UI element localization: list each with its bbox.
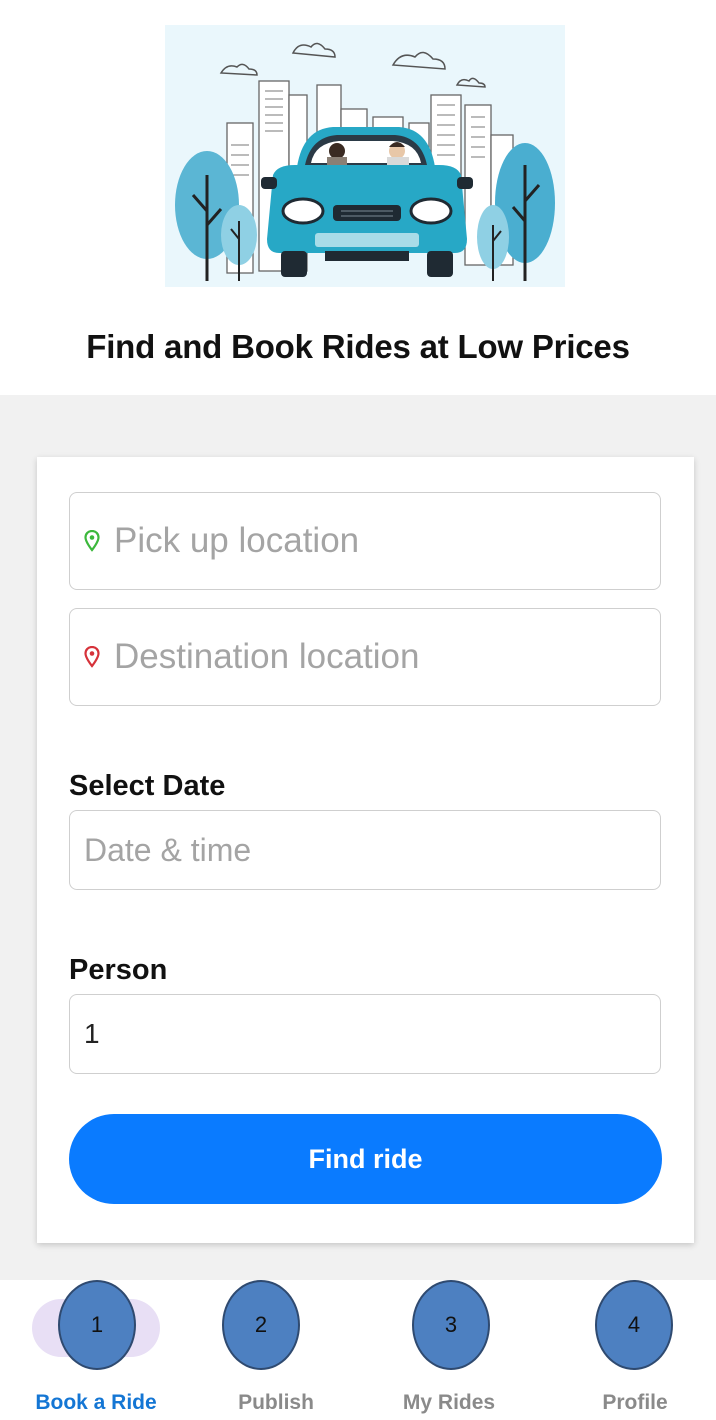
pickup-location-input[interactable]: Pick up location [69,492,661,590]
nav-label-publish: Publish [238,1391,314,1414]
nav-label-my-rides: My Rides [402,1391,496,1414]
nav-badge: 3 [412,1280,490,1370]
search-card: Pick up location Destination location Se… [37,457,694,1243]
pickup-placeholder: Pick up location [114,521,360,560]
page-title: Find and Book Rides at Low Prices [86,328,630,365]
person-count-input[interactable]: 1 [69,994,661,1074]
destination-placeholder: Destination location [114,637,420,676]
bottom-navigation: 1 Book a Ride 2 Publish 3 My Rides 4 Pro… [0,1280,716,1420]
location-pin-icon [84,646,100,668]
hero-section: Find and Book Rides at Low Prices [0,0,716,395]
nav-item-publish[interactable]: 2 Publish [190,1280,360,1420]
form-area: Pick up location Destination location Se… [0,395,716,1280]
nav-label-profile: Profile [602,1391,668,1414]
destination-location-input[interactable]: Destination location [69,608,661,706]
nav-item-profile[interactable]: 4 Profile [540,1280,716,1420]
person-label: Person [69,954,168,986]
nav-item-book-a-ride[interactable]: 1 Book a Ride [0,1280,190,1420]
find-ride-button[interactable]: Find ride [69,1114,662,1204]
car-illustration [165,25,565,287]
select-date-label: Select Date [69,770,226,802]
nav-badge: 1 [58,1280,136,1370]
nav-badge: 2 [222,1280,300,1370]
date-time-input[interactable]: Date & time [69,810,661,890]
page: Find and Book Rides at Low Prices Pick u… [0,0,716,1420]
nav-item-my-rides[interactable]: 3 My Rides [360,1280,540,1420]
location-pin-icon [84,530,100,552]
person-count-value: 1 [84,1018,100,1049]
nav-badge: 4 [595,1280,673,1370]
date-placeholder: Date & time [84,831,252,868]
nav-label-book-a-ride: Book a Ride [35,1391,157,1414]
